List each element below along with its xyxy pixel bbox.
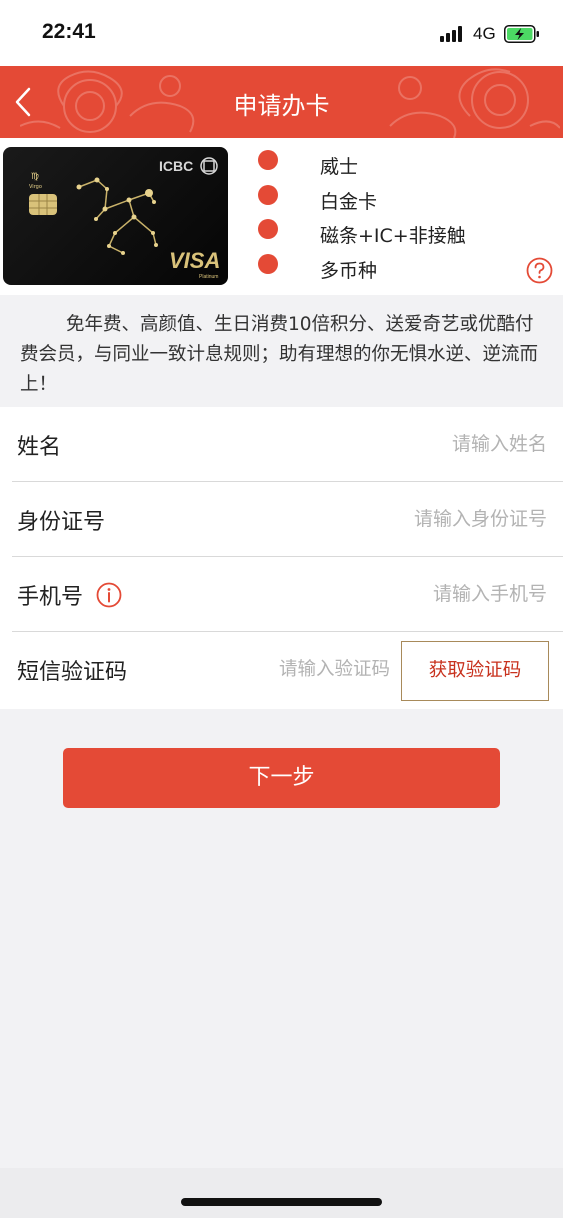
bullet-dot-icon <box>258 184 278 205</box>
feature-item: 多币种 <box>258 252 538 287</box>
feature-list: 威士 白金卡 磁条+IC+非接触 多币种 <box>258 148 538 286</box>
feature-item: 白金卡 <box>258 183 538 218</box>
visa-logo-text: VISA <box>169 248 220 273</box>
phone-row: 手机号 <box>12 557 563 632</box>
phone-label: 手机号 <box>17 585 84 610</box>
id-number-input[interactable] <box>267 502 547 536</box>
feature-label: 多币种 <box>320 259 378 282</box>
svg-text:♍: ♍ <box>31 172 39 182</box>
card-info-section: ♍ Virgo ICBC VISA Platinum 威士 白金卡 磁条+IC+… <box>0 138 563 295</box>
feature-label: 磁条+IC+非接触 <box>320 225 466 247</box>
credit-card-image: ♍ Virgo ICBC VISA Platinum <box>3 147 228 285</box>
header-bar: 申请办卡 <box>0 66 563 138</box>
signal-icon <box>440 26 466 42</box>
id-number-row: 身份证号 <box>12 482 563 557</box>
page-title: 申请办卡 <box>233 92 330 120</box>
status-time: 22:41 <box>42 20 96 43</box>
feature-label: 威士 <box>320 156 359 178</box>
constellation-label: Virgo <box>29 184 42 190</box>
name-input[interactable] <box>267 427 547 461</box>
feature-label: 白金卡 <box>320 190 378 213</box>
home-indicator[interactable] <box>181 1198 382 1206</box>
sms-code-input[interactable] <box>212 652 390 686</box>
card-chip-icon <box>29 194 57 215</box>
apply-card-screen: 22:41 4G 申请办卡 ♍ Virgo ICBC VISA Platinum… <box>0 0 563 1218</box>
info-circle-icon[interactable] <box>96 582 122 608</box>
sms-code-row: 短信验证码 获取验证码 <box>12 632 563 707</box>
bullet-dot-icon <box>258 150 278 170</box>
card-description: 免年费、高颜值、生日消费10倍积分、送爱奇艺或优酷付费会员，与同业一致计息规则；… <box>0 295 563 407</box>
feature-item: 威士 <box>258 148 538 183</box>
bullet-dot-icon <box>258 219 278 239</box>
next-step-button[interactable]: 下一步 <box>63 748 500 808</box>
network-type: 4G <box>473 24 496 43</box>
home-indicator-area <box>0 1168 563 1218</box>
sms-code-label: 短信验证码 <box>17 660 128 685</box>
card-tier-text: Platinum <box>199 274 218 280</box>
battery-icon <box>504 25 539 43</box>
name-label: 姓名 <box>17 435 62 460</box>
card-artwork: ♍ Virgo ICBC VISA Platinum <box>29 157 220 280</box>
bank-logo-text: ICBC <box>159 158 193 174</box>
status-bar: 22:41 4G <box>0 0 563 66</box>
feature-item: 磁条+IC+非接触 <box>258 217 538 252</box>
phone-input[interactable] <box>267 577 547 611</box>
application-form: 姓名 身份证号 手机号 短信验证码 获取验证码 <box>0 407 563 709</box>
bullet-dot-icon <box>258 253 278 274</box>
id-number-label: 身份证号 <box>17 510 106 535</box>
question-circle-icon[interactable] <box>526 257 553 284</box>
get-code-button[interactable]: 获取验证码 <box>401 641 549 701</box>
name-row: 姓名 <box>12 407 563 482</box>
